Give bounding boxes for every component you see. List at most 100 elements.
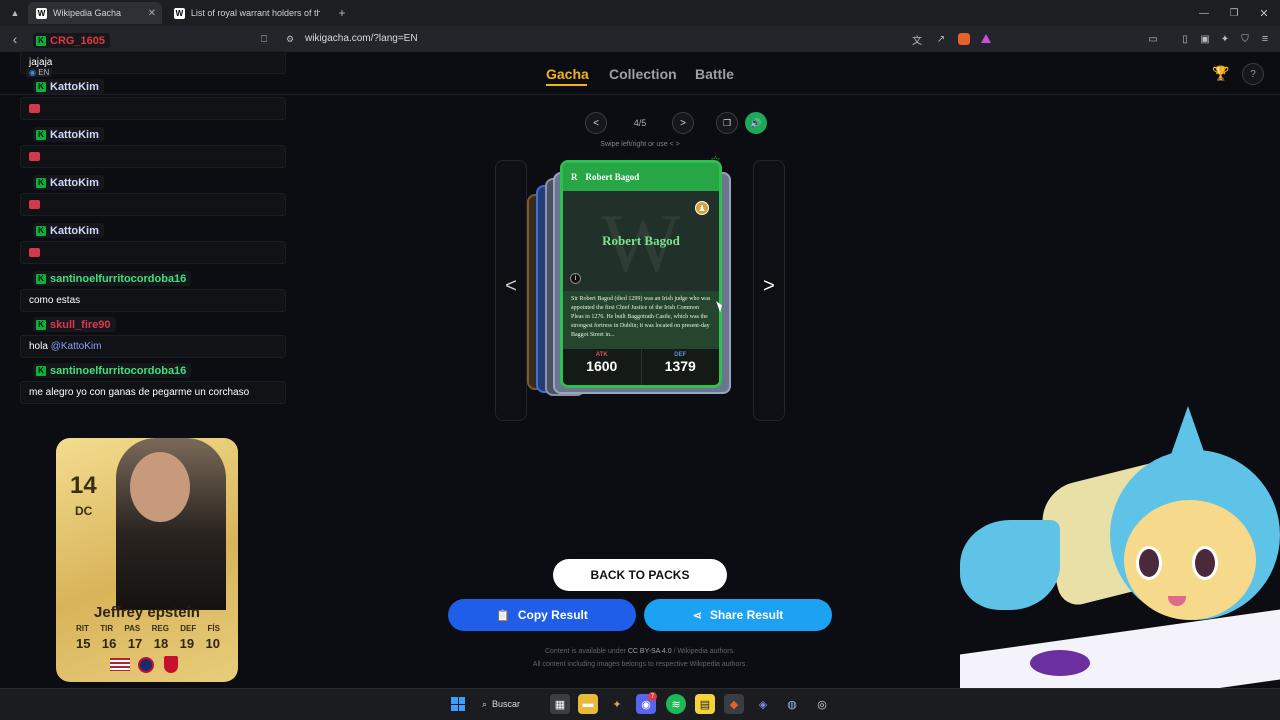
spotify-icon[interactable]: ≋ [666,694,686,714]
url-field[interactable]: wikigacha.com/?lang=EN [305,33,418,44]
chat-message: jajaja [20,51,286,74]
kick-badge-icon: K [36,319,46,330]
atk-value: 1600 [586,358,618,374]
chat-username[interactable]: K KattoKim [33,175,104,190]
chat-username[interactable]: K KattoKim [33,79,104,94]
brave-shield-icon[interactable] [958,33,970,45]
sticky-notes-icon[interactable]: ▤ [695,694,715,714]
tab-royal-warrant[interactable]: W List of royal warrant holders of the B… [166,2,328,24]
chat-username-text: CRG_1605 [50,34,106,47]
brave-browser-icon[interactable]: ◆ [724,694,744,714]
help-button[interactable]: ? [1242,63,1264,85]
wikipedia-favicon-icon: W [36,7,47,19]
back-to-packs-button[interactable]: BACK TO PACKS [553,559,727,591]
copy-icon[interactable]: ❐ [716,112,738,134]
site-info-icon[interactable]: ⚙ [284,33,296,45]
nav-battle[interactable]: Battle [695,66,734,82]
favorite-star-icon[interactable]: ☆ [710,153,721,167]
obs-icon[interactable]: ◎ [812,694,832,714]
share-page-icon[interactable]: ↗ [934,32,948,46]
close-tab-icon[interactable]: ✕ [148,8,156,19]
close-window-icon[interactable]: ✕ [1256,5,1272,21]
result-card[interactable]: R Robert Bagod W Robert Bagod ♟ i Sir Ro… [560,160,722,388]
stat-label: RIT [76,624,89,633]
language-badge[interactable]: ◉ EN [26,68,53,77]
chat-username[interactable]: K KattoKim [33,223,104,238]
sidebar-icon[interactable]: ▯ [1178,32,1192,46]
chat-username-text: KattoKim [50,80,99,93]
kick-badge-icon: K [36,81,46,92]
license-link[interactable]: CC BY-SA 4.0 [628,648,672,655]
league-badge-icon [138,657,154,673]
next-card-button[interactable]: > [672,112,694,134]
prev-arrow-icon: < [505,275,517,297]
info-icon[interactable]: i [570,273,581,284]
minimize-icon[interactable]: — [1196,5,1212,21]
card-stats: ATK 1600 DEF 1379 [563,349,720,385]
back-arrow-icon[interactable]: ‹ [8,31,22,47]
new-tab-button[interactable]: + [334,5,350,21]
copy-result-button[interactable]: 📋 Copy Result [448,599,636,631]
file-explorer-icon[interactable]: ▬ [578,694,598,714]
chat-emote-icon [29,200,40,209]
card-art: W Robert Bagod ♟ i [563,191,719,291]
translate-icon[interactable]: 文 [910,32,924,47]
browser-menu-icon[interactable]: ≡ [1258,32,1272,46]
rarity-badge: R [571,172,578,182]
chat-message [20,97,286,120]
cast-icon[interactable]: ▭ [1146,32,1160,46]
def-stat: DEF 1379 [642,349,720,385]
chat-message [20,241,286,264]
stat-label: REG [151,624,169,633]
stat-value: 15 [76,636,91,651]
restore-icon[interactable]: ❐ [1226,5,1242,21]
chat-message-text: como estas [29,295,81,306]
chat-message-text: jajaja [29,57,53,68]
browser-tab-bar: ▲ W Wikipedia Gacha ✕ W List of royal wa… [0,0,1280,26]
windows-start-icon[interactable] [448,694,468,714]
kick-badge-icon: K [36,35,46,46]
chat-mention[interactable]: @KattoKim [51,341,102,352]
chat-username[interactable]: Ksantinoelfurritocordoba16 [33,271,192,286]
language-label: EN [38,68,50,77]
copy-result-label: Copy Result [517,608,588,622]
taskbar-search[interactable]: ⌕ Buscar [482,694,542,714]
share-result-label: Share Result [709,608,784,622]
chat-username[interactable]: Ksantinoelfurritocordoba16 [33,363,192,378]
task-view-icon[interactable]: ▦ [550,694,570,714]
leo-ai-icon[interactable]: ✦ [1218,32,1232,46]
nav-divider [0,94,1280,95]
brave-rewards-icon[interactable] [981,34,991,43]
tab-wikipedia-gacha[interactable]: W Wikipedia Gacha ✕ [28,2,162,24]
card-title: Robert Bagod [585,172,640,182]
sound-icon[interactable]: 🔊 [745,112,767,134]
app-icon[interactable]: ✦ [607,694,627,714]
mascot-keyboard [960,609,1280,688]
bookmark-icon[interactable]: ⎕ [258,32,270,46]
kick-badge-icon: K [36,365,46,376]
kick-badge-icon: K [36,225,46,236]
trophy-icon[interactable]: 🏆 [1212,64,1230,82]
usa-flag-icon [110,658,130,671]
chat-username[interactable]: K CRG_1605 [33,33,111,48]
nav-gacha[interactable]: Gacha [546,66,589,82]
next-panel[interactable]: > [753,160,785,421]
chat-username[interactable]: Kskull_fire90 [33,317,116,332]
chat-username-text: KattoKim [50,176,99,189]
chat-username[interactable]: K KattoKim [33,127,104,142]
vpn-icon[interactable]: ⛉ [1238,32,1252,46]
chat-emote-icon [29,152,40,161]
browser-menu-icon[interactable]: ▲ [8,6,22,20]
footer-text: / Wikipedia authors. [671,648,736,655]
prev-panel[interactable]: < [495,160,527,421]
player-face [130,452,190,522]
nav-collection[interactable]: Collection [609,66,677,82]
app-icon[interactable]: ◈ [753,694,773,714]
vtuber-mascot-overlay [960,400,1280,688]
share-result-button[interactable]: ⋖ Share Result [644,599,832,631]
chat-username-text: KattoKim [50,224,99,237]
prev-card-button[interactable]: < [585,112,607,134]
wallet-icon[interactable]: ▣ [1198,32,1212,46]
chat-username-text: skull_fire90 [50,318,111,331]
steam-icon[interactable]: ◍ [782,694,802,714]
